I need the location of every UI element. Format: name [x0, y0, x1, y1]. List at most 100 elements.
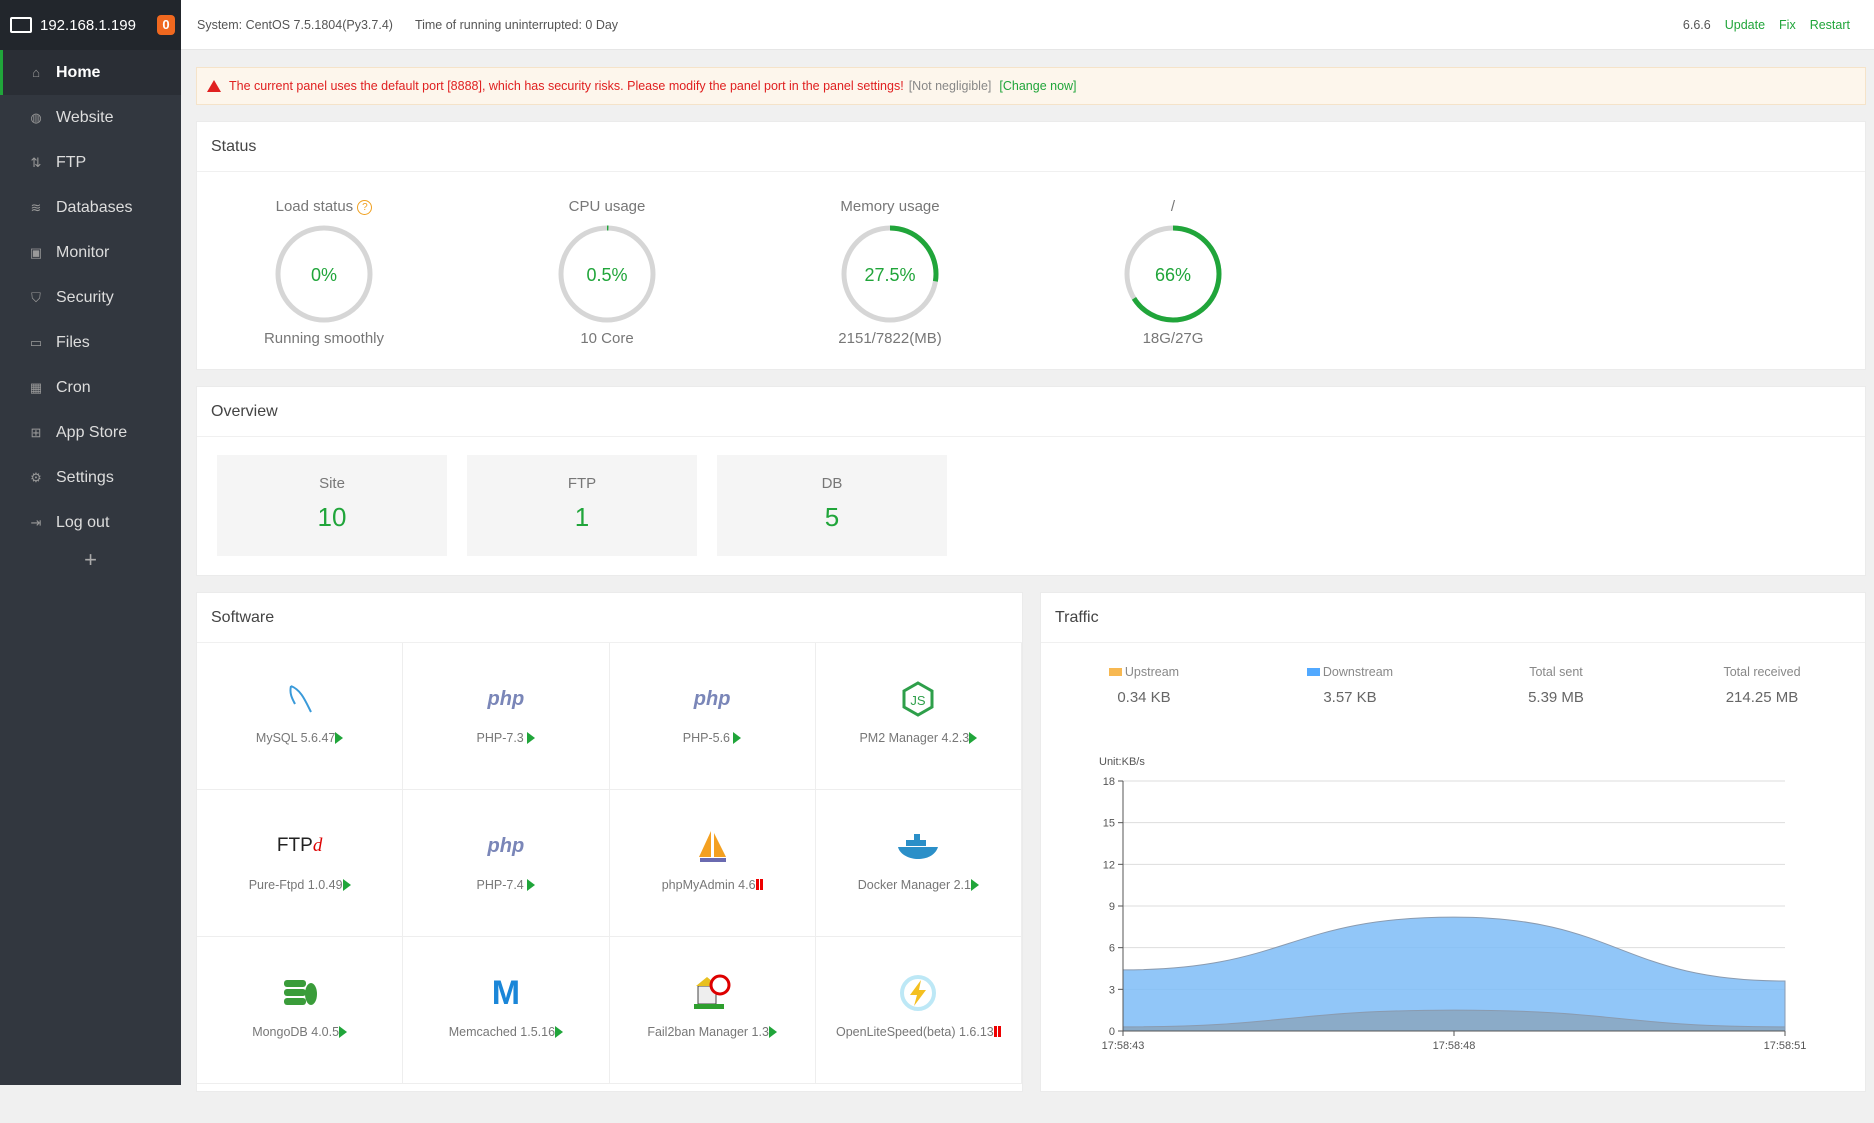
- gauge-1[interactable]: CPU usage 0.5% 10 Core: [527, 198, 687, 347]
- software-item[interactable]: MongoDB 4.0.5: [197, 937, 403, 1084]
- sidebar-item-files[interactable]: ▭Files: [0, 320, 181, 365]
- monitor-icon: ▣: [28, 245, 44, 261]
- software-name: MySQL 5.6.47: [256, 731, 335, 745]
- software-name: PM2 Manager 4.2.3: [859, 731, 969, 745]
- traffic-stat-value: 214.25 MB: [1659, 689, 1865, 706]
- overview-value[interactable]: 1: [467, 502, 697, 533]
- php-icon: php: [403, 679, 608, 719]
- gauge-ring: 27.5%: [838, 222, 942, 326]
- software-panel: Software MySQL 5.6.47phpPHP-7.3 phpPHP-5…: [196, 592, 1023, 1092]
- gauge-value: 27.5%: [864, 265, 915, 285]
- top-bar: System: CentOS 7.5.1804(Py3.7.4) Time of…: [181, 0, 1874, 50]
- software-name: OpenLiteSpeed(beta) 1.6.13: [836, 1025, 994, 1039]
- running-icon: [527, 732, 535, 744]
- overview-label: DB: [717, 475, 947, 492]
- sidebar: 192.168.1.199 0 ⌂ Home ◍ Website ⇅FTP ≋ Databa…: [0, 0, 181, 1085]
- sidebar-item-website[interactable]: ◍ Website: [0, 95, 181, 140]
- ignore-link[interactable]: [Not negligible]: [909, 79, 992, 93]
- shield-icon: ⛉: [28, 290, 44, 306]
- software-item[interactable]: phpPHP-5.6: [610, 643, 816, 790]
- running-icon: [527, 879, 535, 891]
- gauge-2[interactable]: Memory usage 27.5% 2151/7822(MB): [810, 198, 970, 347]
- software-item[interactable]: MySQL 5.6.47: [197, 643, 403, 790]
- mongodb-icon: [197, 973, 402, 1013]
- globe-icon: ◍: [28, 110, 44, 126]
- server-host: 192.168.1.199: [40, 17, 136, 34]
- sidebar-item-cron[interactable]: ▦ Cron: [0, 365, 181, 410]
- status-panel: Status Load status ? 0% Running smoothly…: [196, 121, 1866, 370]
- stopped-icon: [756, 879, 763, 890]
- sidebar-item-security[interactable]: ⛉Security: [0, 275, 181, 320]
- y-tick-label: 18: [1103, 776, 1115, 788]
- traffic-stat-label: Total sent: [1529, 665, 1583, 679]
- overview-site[interactable]: Site10: [217, 455, 447, 556]
- gauge-0[interactable]: Load status ? 0% Running smoothly: [244, 198, 404, 347]
- gauge-title: CPU usage: [569, 198, 646, 215]
- sidebar-item-label: Settings: [56, 469, 114, 487]
- home-icon: ⌂: [28, 65, 44, 80]
- sidebar-item-label: Log out: [56, 514, 109, 532]
- software-item[interactable]: phpMyAdmin 4.6: [610, 790, 816, 937]
- php-icon: php: [610, 679, 815, 719]
- gauge-3[interactable]: / 66% 18G/27G: [1093, 198, 1253, 347]
- sidebar-item-ftp[interactable]: ⇅FTP: [0, 140, 181, 185]
- gauge-sub: 18G/27G: [1093, 330, 1253, 347]
- update-link[interactable]: Update: [1725, 18, 1765, 32]
- software-item[interactable]: phpPHP-7.4: [403, 790, 609, 937]
- running-icon: [969, 732, 977, 744]
- software-item[interactable]: JSPM2 Manager 4.2.3: [816, 643, 1022, 790]
- gauge-title: /: [1171, 198, 1175, 215]
- overview-value[interactable]: 10: [217, 502, 447, 533]
- restart-link[interactable]: Restart: [1810, 18, 1850, 32]
- overview-title: Overview: [197, 387, 1865, 437]
- fix-link[interactable]: Fix: [1779, 18, 1796, 32]
- gauge-sub: 10 Core: [527, 330, 687, 347]
- notification-badge[interactable]: 0: [157, 15, 175, 35]
- gauge-title: Load status: [276, 198, 354, 215]
- traffic-panel: Traffic Upstream0.34 KBDownstream3.57 KB…: [1040, 592, 1866, 1092]
- sidebar-item-log-out[interactable]: ⇥Log out: [0, 500, 181, 545]
- sidebar-item-label: Databases: [56, 199, 133, 217]
- sidebar-item-label: Home: [56, 64, 100, 82]
- software-name: PHP-7.4: [477, 878, 528, 892]
- software-item[interactable]: M Memcached 1.5.16: [403, 937, 609, 1084]
- running-icon: [769, 1026, 777, 1038]
- add-shortcut-button[interactable]: +: [0, 547, 181, 573]
- software-item[interactable]: phpPHP-7.3: [403, 643, 609, 790]
- running-icon: [555, 1026, 563, 1038]
- sidebar-item-label: Website: [56, 109, 114, 127]
- overview-value[interactable]: 5: [717, 502, 947, 533]
- overview-db[interactable]: DB 5: [717, 455, 947, 556]
- traffic-stat-label: Upstream: [1125, 665, 1179, 679]
- memcached-icon: M: [403, 973, 608, 1013]
- warning-icon: [207, 80, 221, 92]
- software-item[interactable]: Fail2ban Manager 1.3: [610, 937, 816, 1084]
- sidebar-item-app-store[interactable]: ⊞App Store: [0, 410, 181, 455]
- gauge-ring: 0%: [272, 222, 376, 326]
- sidebar-item-label: App Store: [56, 424, 127, 442]
- traffic-chart: Unit:KB/s036912151817:58:4317:58:4817:58…: [1041, 743, 1867, 1123]
- software-name: Memcached 1.5.16: [449, 1025, 555, 1039]
- software-item[interactable]: OpenLiteSpeed(beta) 1.6.13: [816, 937, 1022, 1084]
- sidebar-item-databases[interactable]: ≋ Databases: [0, 185, 181, 230]
- sidebar-item-monitor[interactable]: ▣Monitor: [0, 230, 181, 275]
- software-item[interactable]: FTPdPure-Ftpd 1.0.49: [197, 790, 403, 937]
- y-tick-label: 3: [1109, 984, 1115, 996]
- sidebar-item-label: Cron: [56, 379, 91, 397]
- software-name: MongoDB 4.0.5: [252, 1025, 339, 1039]
- calendar-icon: ▦: [28, 380, 44, 396]
- overview-ftp[interactable]: FTP1: [467, 455, 697, 556]
- security-alert: The current panel uses the default port …: [196, 67, 1866, 105]
- help-icon[interactable]: ?: [357, 200, 372, 215]
- traffic-stat: Downstream3.57 KB: [1247, 665, 1453, 706]
- x-tick-label: 17:58:51: [1764, 1040, 1807, 1052]
- running-icon: [971, 879, 979, 891]
- sidebar-item-label: FTP: [56, 154, 86, 172]
- change-now-link[interactable]: [Change now]: [999, 79, 1076, 93]
- y-tick-label: 15: [1103, 818, 1115, 830]
- legend-swatch: [1109, 668, 1122, 676]
- database-icon: ≋: [28, 200, 44, 216]
- sidebar-item-settings[interactable]: ⚙Settings: [0, 455, 181, 500]
- software-item[interactable]: Docker Manager 2.1: [816, 790, 1022, 937]
- sidebar-item-home[interactable]: ⌂ Home: [0, 50, 181, 95]
